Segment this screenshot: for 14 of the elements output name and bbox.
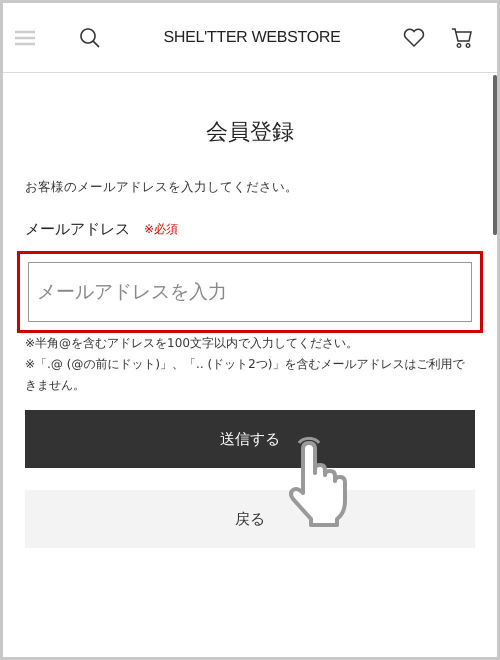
store-logo[interactable]: SHEL'TTER WEBSTORE xyxy=(101,28,403,46)
heart-icon[interactable] xyxy=(403,28,425,48)
cart-icon[interactable] xyxy=(451,26,473,48)
required-mark: ※必須 xyxy=(144,221,178,238)
search-icon[interactable] xyxy=(79,26,101,48)
scrollbar[interactable] xyxy=(493,75,497,235)
intro-text: お客様のメールアドレスを入力してください。 xyxy=(25,179,299,196)
email-input[interactable]: メールアドレスを入力 xyxy=(28,262,472,322)
submit-button[interactable]: 送信する xyxy=(25,410,475,468)
page-title: 会員登録 xyxy=(205,119,295,147)
back-button[interactable]: 戻る xyxy=(25,490,475,548)
note-text: ※「.@ (@の前にドット)」、「.. (ドット2つ)」を含むメールアドレスはご利用できません。 xyxy=(25,356,466,394)
field-label: メールアドレス xyxy=(25,220,130,239)
note-text: ※半角@を含むアドレスを100文字以内で入力してください。 xyxy=(25,335,359,352)
